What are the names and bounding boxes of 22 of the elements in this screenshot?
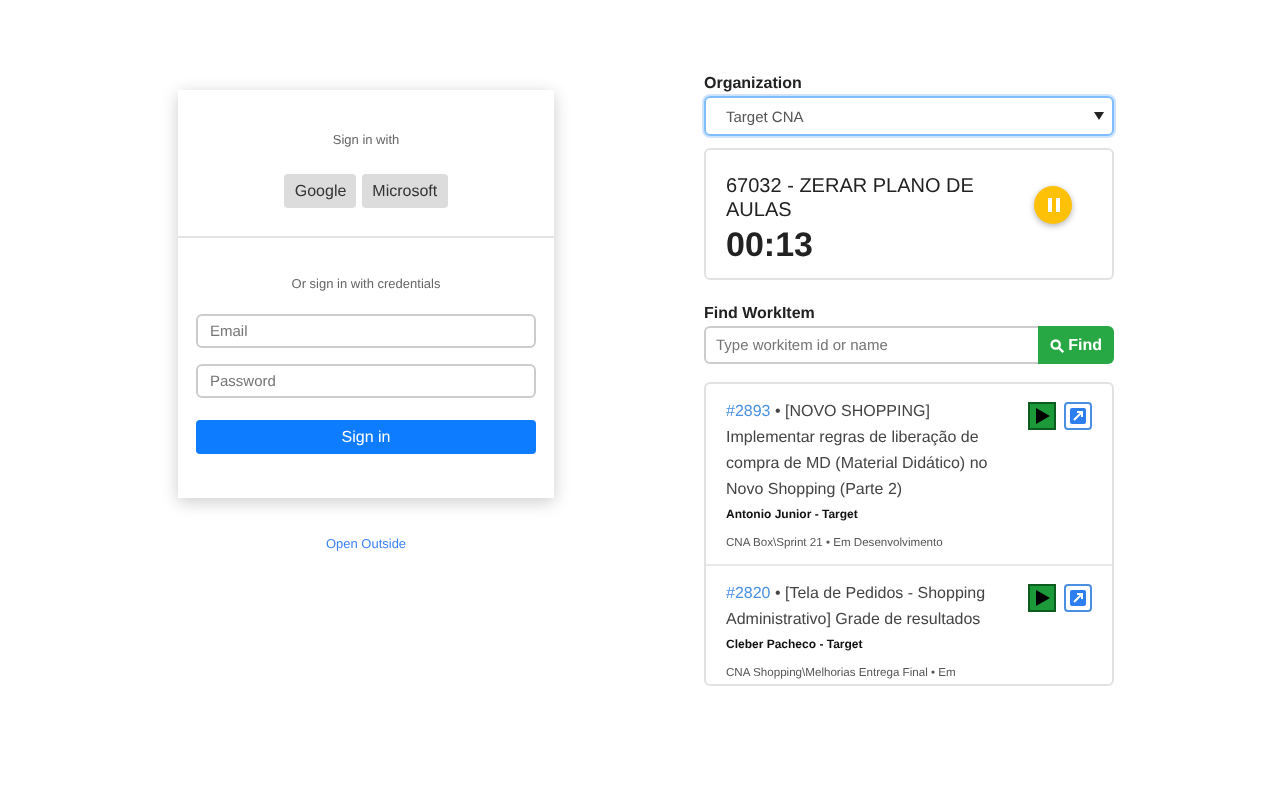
find-button[interactable]: Find xyxy=(1038,326,1114,364)
play-icon xyxy=(1035,590,1049,606)
external-link-icon xyxy=(1070,590,1086,606)
workitem-title: #2820 • [Tela de Pedidos - Shopping Administrativo] Grade de resultados xyxy=(726,584,986,628)
play-button[interactable] xyxy=(1028,402,1056,430)
elapsed-time: 00:13 xyxy=(726,226,815,266)
workitem-id-link[interactable]: #2820 xyxy=(726,584,771,602)
play-button[interactable] xyxy=(1028,584,1056,612)
find-label: Find WorkItem xyxy=(704,304,817,322)
workitem-id-link[interactable]: #2893 xyxy=(726,402,771,420)
open-button[interactable] xyxy=(1064,584,1092,612)
timer-title: 67032 - ZERAR PLANO DE AULAS xyxy=(726,176,976,224)
caret-icon xyxy=(1094,112,1104,120)
external-link-icon xyxy=(1070,408,1086,424)
play-icon xyxy=(1035,408,1049,424)
provider-button[interactable]: Microsoft xyxy=(362,174,448,208)
search-icon xyxy=(1050,337,1065,353)
organization-label: Organization xyxy=(704,74,804,92)
open-button[interactable] xyxy=(1064,402,1092,430)
workitem-title: #2893 • [NOVO SHOPPING] Implementar regras de liberação de compra de MD (Material Didático) no Novo Shopping (Parte 2) xyxy=(726,402,988,498)
sign-in-button[interactable]: Sign in xyxy=(196,420,536,454)
provider-button[interactable]: Google xyxy=(284,174,357,208)
